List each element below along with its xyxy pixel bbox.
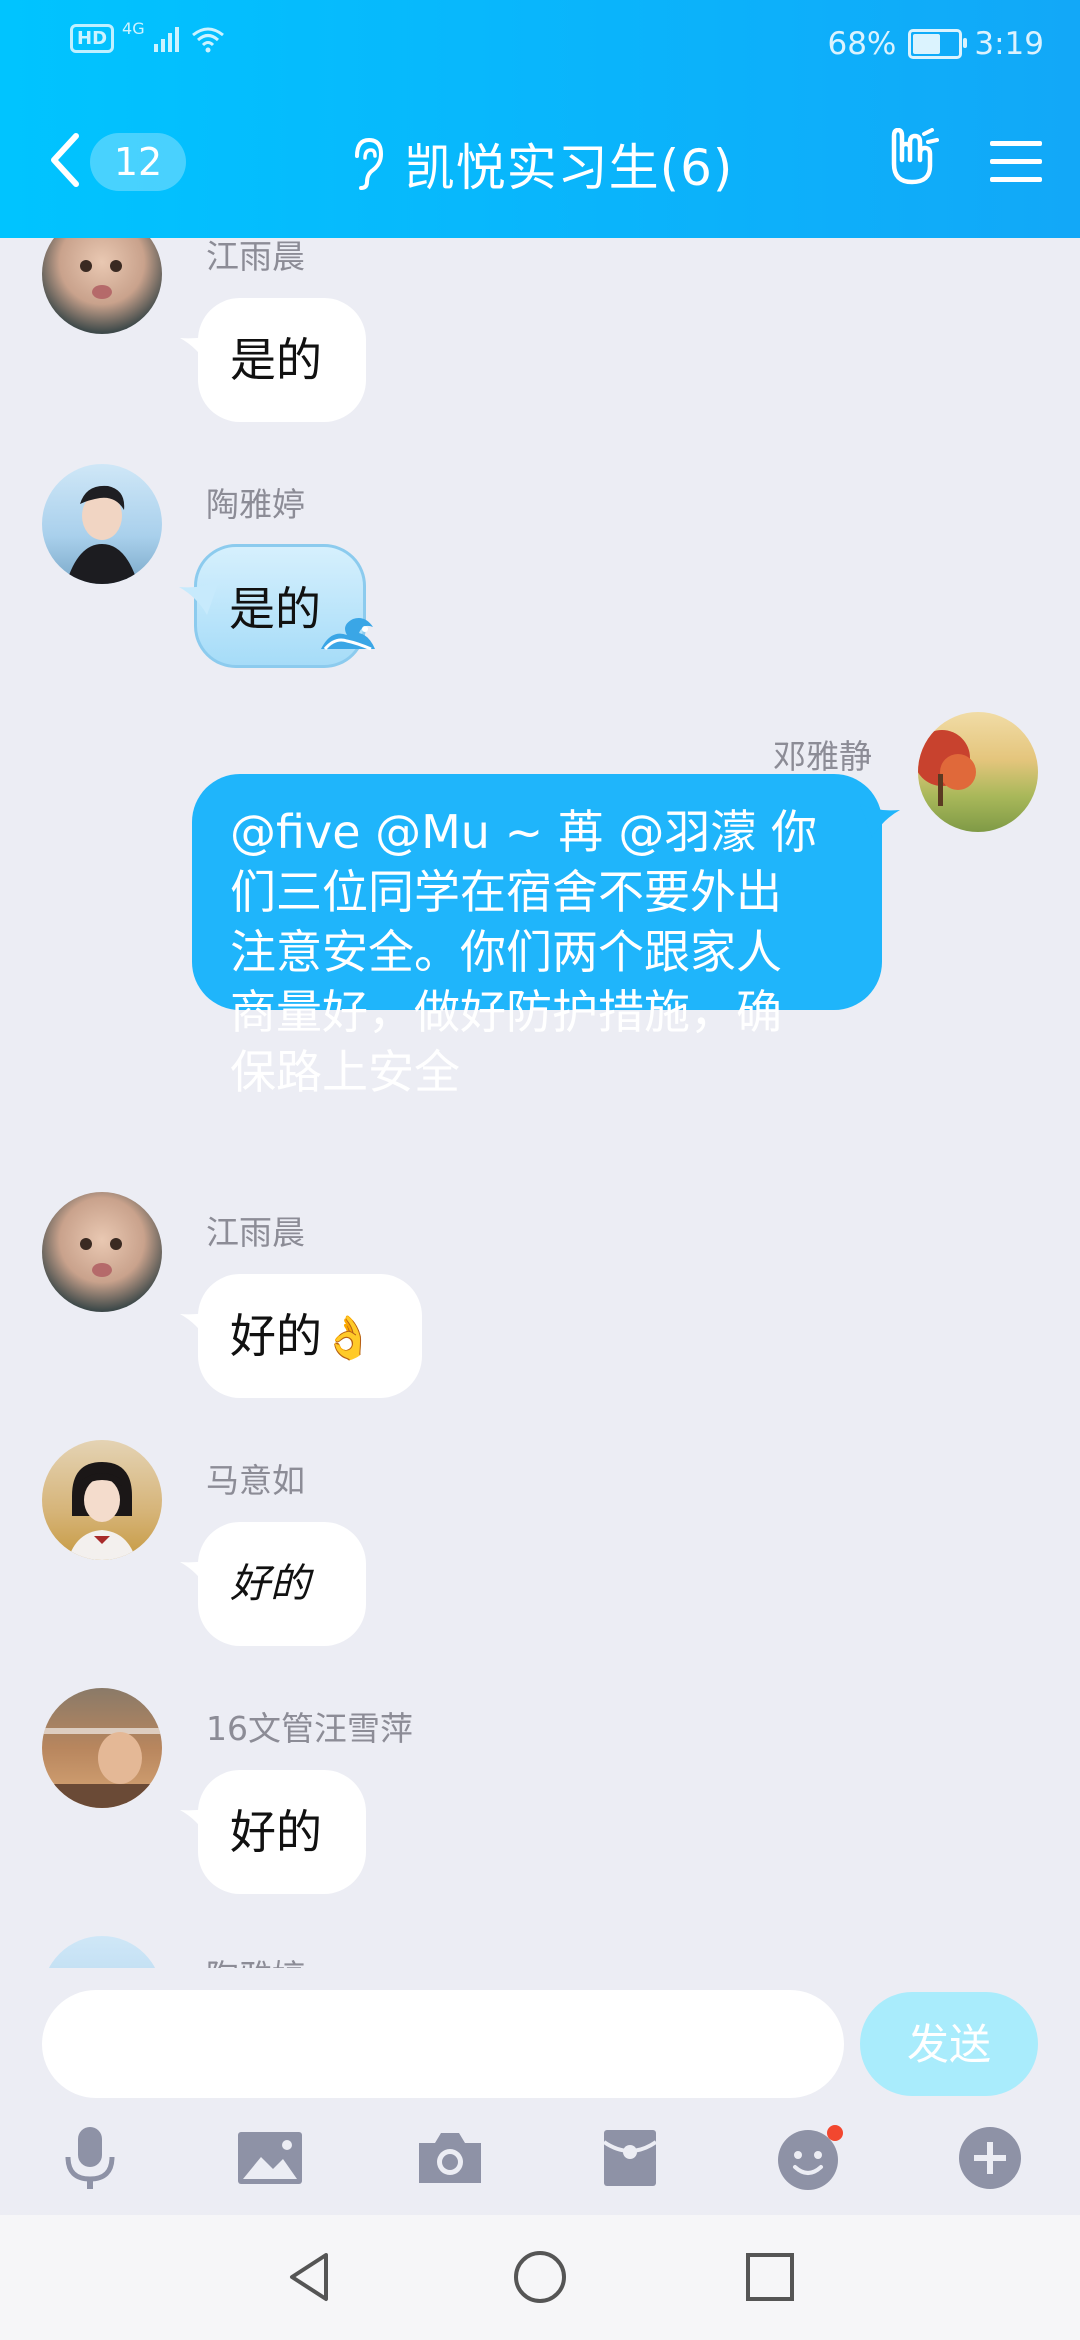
avatar[interactable] <box>918 712 1038 832</box>
avatar-face <box>80 260 122 299</box>
message-text: 是的 <box>230 333 322 387</box>
bubble-tail <box>180 1308 220 1342</box>
message-text: 好的👌 <box>230 1274 374 1400</box>
nav-home-icon[interactable] <box>510 2247 570 2307</box>
microphone-icon[interactable] <box>50 2118 130 2198</box>
nav-recents-icon[interactable] <box>740 2247 800 2307</box>
network-type: 4G <box>122 19 145 38</box>
input-toolbar <box>0 2118 1080 2208</box>
avatar-photo <box>42 1728 162 1808</box>
avatar[interactable] <box>42 1688 162 1808</box>
message-bubble[interactable]: 好的 <box>180 1522 366 1646</box>
status-bar-right: 68% 3:19 <box>827 26 1044 62</box>
battery-percent: 68% <box>827 26 897 62</box>
message-bubble[interactable]: 好的 <box>180 1770 366 1894</box>
nav-back-icon[interactable] <box>280 2247 340 2307</box>
avatar-autumn-tree <box>918 730 976 806</box>
message-input[interactable] <box>42 1990 844 2098</box>
app-header: HD 4G 68% 3:19 12 凯悦实习生(6) <box>0 0 1080 238</box>
clock: 3:19 <box>974 26 1044 62</box>
bubble-tail <box>180 1804 220 1838</box>
signal-icon <box>153 26 179 52</box>
bubble-tail <box>179 581 219 615</box>
battery-icon <box>908 29 968 59</box>
system-navigation-bar <box>0 2215 1080 2340</box>
image-icon[interactable] <box>230 2118 310 2198</box>
emoji-icon[interactable] <box>770 2118 850 2198</box>
message-text: 是的 <box>229 582 321 636</box>
avatar-face <box>80 1238 122 1277</box>
chat-title: 凯悦实习生(6) <box>404 139 734 197</box>
input-area: 发送 <box>0 1968 1080 2215</box>
sender-name: 陶雅婷 <box>206 485 305 524</box>
hand-icon[interactable] <box>880 128 940 188</box>
bubble-tail <box>180 332 220 366</box>
camera-icon[interactable] <box>410 2118 490 2198</box>
message-bubble[interactable]: 是的 <box>179 544 375 668</box>
avatar[interactable] <box>42 464 162 584</box>
sender-name: 陶雅婷 <box>206 1950 305 1968</box>
red-packet-icon[interactable] <box>590 2118 670 2198</box>
chat-messages[interactable]: 江雨晨 是的 陶雅婷 是的 邓雅静 @five @Mu ~ 苒 @羽濛 你 们三… <box>0 238 1080 1968</box>
message-text: 好的 <box>230 1805 322 1859</box>
avatar[interactable] <box>42 1936 162 1968</box>
wifi-icon <box>191 27 224 52</box>
message-text: 好的 <box>230 1561 310 1607</box>
battery-fill <box>913 34 941 54</box>
menu-icon[interactable] <box>988 138 1044 186</box>
bubble-tail <box>180 1556 220 1590</box>
message-text: @five @Mu ~ 苒 @羽濛 你 们三位同学在宿舍不要外出 注意安全。你们… <box>230 805 817 1099</box>
message-bubble[interactable]: 是的 <box>180 298 366 422</box>
plus-icon[interactable] <box>950 2118 1030 2198</box>
avatar-portrait <box>68 1462 136 1560</box>
avatar-portrait <box>66 485 138 584</box>
bubble-tail <box>860 804 900 838</box>
status-bar-left: HD 4G <box>70 19 225 53</box>
sender-name: 邓雅静 <box>773 737 872 776</box>
sender-name: 马意如 <box>206 1461 305 1500</box>
message-bubble[interactable]: 好的👌 <box>180 1274 422 1400</box>
message-text-body: 好的 <box>230 1309 322 1363</box>
ok-hand-emoji: 👌 <box>322 1313 375 1362</box>
send-button[interactable]: 发送 <box>860 1992 1038 2096</box>
notification-dot <box>827 2125 843 2141</box>
sender-name: 江雨晨 <box>206 1213 305 1252</box>
hd-badge: HD <box>70 24 115 53</box>
wave-decoration-icon <box>321 618 375 651</box>
avatar[interactable] <box>42 238 162 334</box>
sender-name: 江雨晨 <box>206 238 305 276</box>
sender-name: 16文管汪雪萍 <box>206 1709 413 1748</box>
avatar[interactable] <box>42 1192 162 1312</box>
message-bubble[interactable]: @five @Mu ~ 苒 @羽濛 你 们三位同学在宿舍不要外出 注意安全。你们… <box>192 774 900 1099</box>
ear-icon <box>354 137 383 190</box>
avatar[interactable] <box>42 1440 162 1560</box>
